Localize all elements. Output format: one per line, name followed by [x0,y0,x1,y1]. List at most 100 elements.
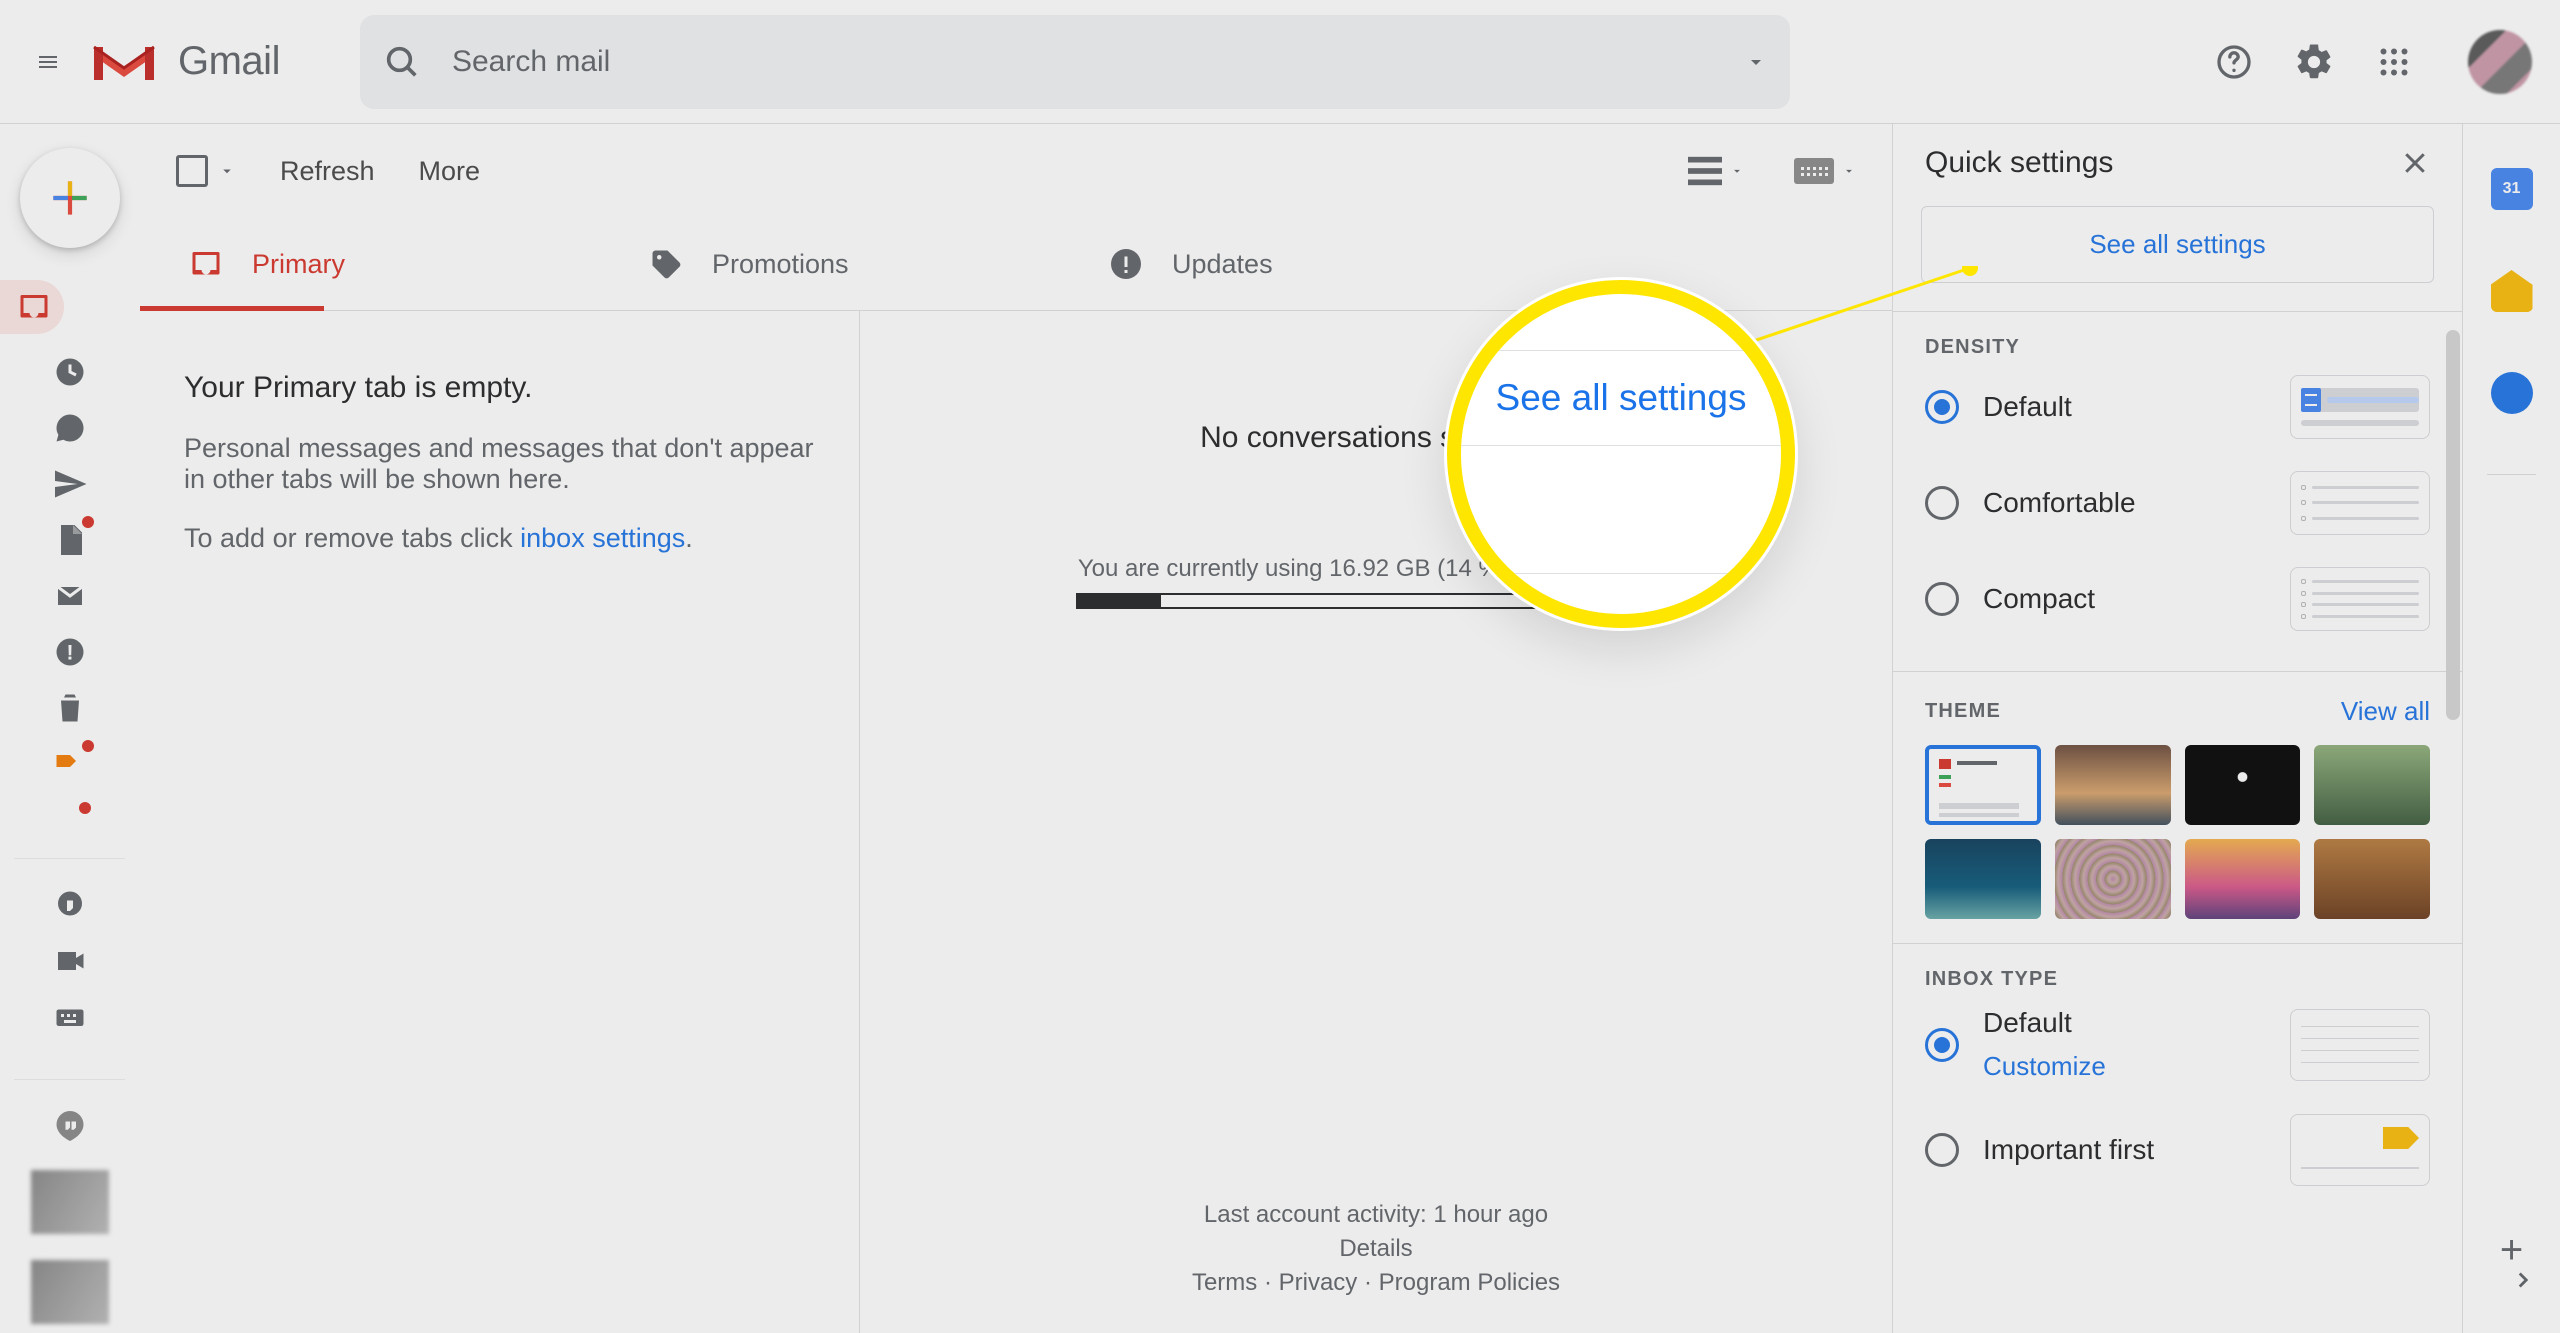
spam-icon[interactable]: ! [52,634,88,670]
search-options-caret-icon[interactable] [1744,50,1768,74]
callout-text: See all settings [1461,351,1781,445]
calendar-addon-icon[interactable] [2491,168,2533,210]
inbox-icon [16,289,52,325]
radio-checked-icon [1925,390,1959,424]
allmail-icon[interactable] [52,578,88,614]
activity-details-link[interactable]: Details [1339,1235,1412,1262]
settings-gear-icon[interactable] [2292,40,2336,84]
toolbar-refresh[interactable]: Refresh [280,156,375,187]
left-nav-rail: ! [0,124,140,1333]
search-icon[interactable] [382,42,422,82]
density-label: DENSITY [1925,336,2430,359]
theme-label: THEME [1925,700,2001,723]
mail-toolbar: Refresh More [140,124,1892,218]
quick-settings-panel: Quick settings See all settings DENSITY … [1892,124,2462,1333]
tasks-addon-icon[interactable] [2491,372,2533,414]
tab-promotions[interactable]: Promotions [600,218,1060,310]
support-icon[interactable] [2212,40,2256,84]
compose-button[interactable] [20,148,120,248]
hide-side-panel-icon[interactable] [2510,1267,2536,1293]
tutorial-callout: See all settings [1447,280,1795,628]
search-input[interactable] [450,44,1744,80]
inbox-default-thumb [2290,1009,2430,1081]
hangouts-start-icon[interactable] [52,887,88,923]
primary-icon [188,246,224,282]
quick-settings-title: Quick settings [1925,146,2113,180]
categories-icon[interactable] [52,746,88,782]
activity-text: Last account activity: 1 hour ago [1204,1201,1548,1228]
addon-side-rail: + [2462,124,2560,1333]
theme-2[interactable] [2055,745,2171,825]
drafts-icon[interactable] [52,522,88,558]
radio-icon [1925,1133,1959,1167]
radio-checked-icon [1925,1028,1959,1062]
empty-title: Your Primary tab is empty. [184,371,815,405]
theme-7[interactable] [2185,839,2301,919]
toggle-split-pane[interactable] [1688,156,1744,186]
theme-5[interactable] [1925,839,2041,919]
svg-text:!: ! [66,642,73,665]
tab-primary[interactable]: Primary [140,218,600,310]
close-panel-icon[interactable] [2400,148,2430,178]
customize-inbox-link[interactable]: Customize [1983,1051,2106,1082]
configure-tabs-hint: To add or remove tabs click inbox settin… [184,523,815,554]
keyboard-rail-icon[interactable] [52,999,88,1035]
gmail-m-icon [88,35,160,89]
theme-6[interactable] [2055,839,2171,919]
density-comfortable[interactable]: Comfortable [1925,455,2430,551]
nav-inbox[interactable] [0,280,64,334]
main-menu-icon[interactable] [28,42,68,82]
qs-scrollbar[interactable] [2446,330,2460,720]
trash-icon[interactable] [52,690,88,726]
more-labels-indicator [79,802,91,814]
addon-separator [2487,474,2536,475]
density-comfortable-thumb [2290,471,2430,535]
radio-icon [1925,582,1959,616]
tab-primary-label: Primary [252,249,345,280]
inbox-type-section: INBOX TYPE Default Customize Important [1893,943,2462,1226]
inbox-type-default[interactable]: Default Customize [1925,991,2430,1098]
footer-policies-link[interactable]: Program Policies [1379,1269,1560,1296]
theme-1[interactable] [1925,745,2041,825]
select-all-checkbox[interactable] [176,155,236,187]
density-section: DENSITY Default Comfortable [1893,311,2462,671]
density-compact-thumb [2290,567,2430,631]
chat-icon[interactable] [52,410,88,446]
input-tools[interactable] [1794,158,1856,184]
theme-3[interactable] [2185,745,2301,825]
keep-addon-icon[interactable] [2491,270,2533,312]
tab-promotions-label: Promotions [712,249,849,280]
search-bar[interactable] [360,15,1790,109]
density-compact[interactable]: Compact [1925,551,2430,647]
toolbar-more[interactable]: More [419,156,481,187]
meet-video-icon[interactable] [52,943,88,979]
gmail-logo[interactable]: Gmail [88,35,280,89]
density-default-thumb [2290,375,2430,439]
app-header: Gmail [0,0,2560,124]
google-apps-icon[interactable] [2372,40,2416,84]
snoozed-icon[interactable] [52,354,88,390]
see-all-settings-button[interactable]: See all settings [1921,206,2434,283]
hangout-contact-2[interactable] [31,1260,109,1324]
sent-icon[interactable] [52,466,88,502]
updates-icon [1108,246,1144,282]
promotions-icon [648,246,684,282]
tab-updates[interactable]: Updates [1060,218,1520,310]
inbox-type-important[interactable]: Important first [1925,1098,2430,1202]
theme-8[interactable] [2314,839,2430,919]
radio-icon [1925,486,1959,520]
density-default[interactable]: Default [1925,359,2430,455]
footer-terms-link[interactable]: Terms [1192,1269,1257,1296]
theme-section: THEME View all [1893,671,2462,943]
hangouts-contact-icon[interactable] [52,1108,88,1144]
gmail-wordmark: Gmail [178,39,280,84]
tab-updates-label: Updates [1172,249,1273,280]
account-avatar[interactable] [2468,30,2532,94]
footer-privacy-link[interactable]: Privacy [1279,1269,1358,1296]
message-list-pane: Your Primary tab is empty. Personal mess… [140,311,860,1333]
inbox-settings-link[interactable]: inbox settings [520,523,685,553]
hangout-contact-1[interactable] [31,1170,109,1234]
inbox-type-label: INBOX TYPE [1925,968,2430,991]
theme-viewall-link[interactable]: View all [2341,696,2430,727]
theme-4[interactable] [2314,745,2430,825]
